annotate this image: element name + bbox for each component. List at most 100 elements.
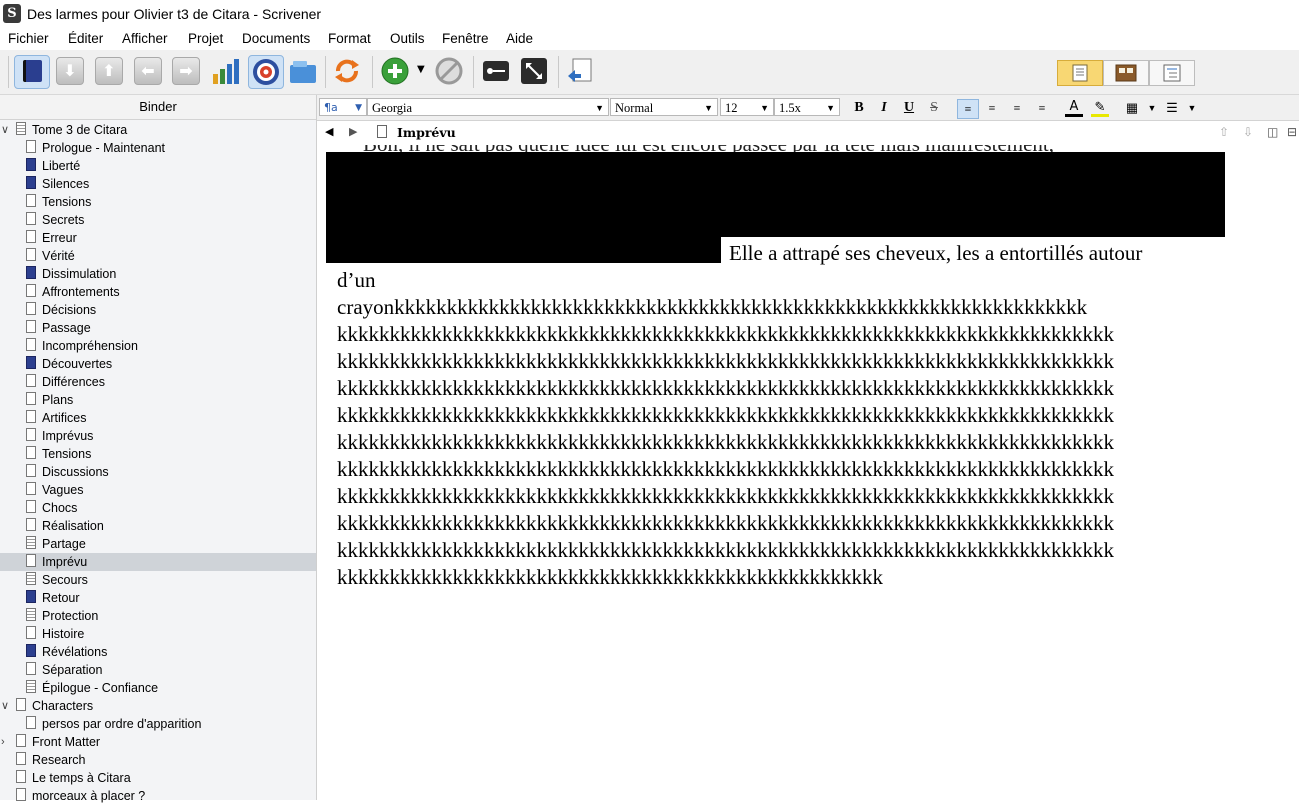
binder-item[interactable]: Séparation — [26, 661, 102, 679]
compile-button[interactable] — [565, 56, 595, 86]
sync-button[interactable] — [332, 56, 362, 86]
collapsed-chevron-icon[interactable]: › — [1, 733, 5, 751]
binder-item[interactable]: Révélations — [26, 643, 107, 661]
binder-item[interactable]: Tensions — [26, 193, 91, 211]
line-spacing-select[interactable]: 1.5x ▼ — [774, 98, 840, 116]
table-button[interactable]: ▦ — [1123, 99, 1141, 117]
binder-item[interactable]: Incompréhension — [26, 337, 138, 355]
binder-item[interactable]: Partage — [26, 535, 86, 553]
binder-root-folder[interactable]: ∨ Tome 3 de Citara — [1, 121, 127, 139]
binder-research-folder[interactable]: Research — [16, 751, 86, 769]
binder-item[interactable]: Tensions — [26, 445, 91, 463]
binder-item[interactable]: Épilogue - Confiance — [26, 679, 158, 697]
document-icon — [26, 302, 36, 315]
menu-documents[interactable]: Documents — [242, 31, 310, 46]
document-view-button[interactable] — [1057, 60, 1103, 86]
binder-item[interactable]: Secrets — [26, 211, 84, 229]
document-icon — [26, 176, 36, 189]
binder-item[interactable]: Silences — [26, 175, 89, 193]
binder-item[interactable]: Décisions — [26, 301, 96, 319]
menu-afficher[interactable]: Afficher — [122, 31, 168, 46]
binder-item[interactable]: Liberté — [26, 157, 80, 175]
delete-button[interactable] — [434, 56, 464, 86]
binder-item[interactable]: Plans — [26, 391, 73, 409]
fullscreen-button[interactable] — [519, 56, 549, 86]
paragraph-style-select[interactable]: Normal ▼ — [610, 98, 718, 116]
expanded-chevron-icon[interactable]: ∨ — [1, 697, 9, 715]
binder-item[interactable]: Histoire — [26, 625, 84, 643]
collections-button[interactable] — [288, 56, 318, 86]
binder-item[interactable]: Différences — [26, 373, 105, 391]
text-color-button[interactable]: A — [1065, 99, 1083, 117]
highlight-button[interactable]: ✎ — [1091, 99, 1109, 117]
binder-item[interactable]: Découvertes — [26, 355, 112, 373]
add-button[interactable] — [380, 56, 410, 86]
sync-icon — [335, 59, 359, 83]
back-arrow-icon[interactable]: ◀ — [325, 125, 333, 138]
menu-outils[interactable]: Outils — [390, 31, 425, 46]
binder-item[interactable]: Vérité — [26, 247, 75, 265]
move-up-button[interactable]: ⬆ — [95, 57, 123, 85]
binder-item[interactable]: Discussions — [26, 463, 109, 481]
binder-item[interactable]: Vagues — [26, 481, 83, 499]
split-horizontal-icon[interactable]: ⊟ — [1287, 125, 1297, 139]
outline-view-button[interactable] — [1149, 60, 1195, 86]
binder-item[interactable]: Erreur — [26, 229, 77, 247]
move-up-icon: ⬆ — [102, 61, 116, 80]
align-right-button[interactable]: ≡ — [1033, 99, 1051, 117]
font-size-select[interactable]: 12 ▼ — [720, 98, 774, 116]
menu-fichier[interactable]: Fichier — [8, 31, 49, 46]
style-marker-select[interactable]: ¶a ▼ — [319, 98, 367, 116]
binder-characters-folder[interactable]: ∨ Characters — [1, 697, 93, 715]
move-right-button[interactable]: ➡ — [172, 57, 200, 85]
binder-item[interactable]: Retour — [26, 589, 80, 607]
fullscreen-icon — [521, 58, 547, 84]
list-button[interactable]: ☰ — [1163, 99, 1181, 117]
italic-button[interactable]: I — [875, 99, 893, 117]
binder-item[interactable]: Imprévus — [26, 427, 93, 445]
binder-item[interactable]: Secours — [26, 571, 88, 589]
binder-item[interactable]: Imprévu — [0, 553, 316, 571]
statistics-button[interactable] — [211, 56, 241, 86]
highlight-icon: ✎ — [1094, 99, 1106, 114]
binder-item[interactable]: Passage — [26, 319, 91, 337]
keywords-button[interactable] — [481, 56, 511, 86]
menu-aide[interactable]: Aide — [506, 31, 533, 46]
forward-arrow-icon[interactable]: ▶ — [349, 125, 357, 138]
table-dropdown-icon[interactable]: ▼ — [1143, 99, 1161, 117]
binder-item[interactable]: Protection — [26, 607, 98, 625]
binder-item[interactable]: persos par ordre d'apparition — [26, 715, 201, 733]
binder-front-matter-folder[interactable]: › Front Matter — [1, 733, 100, 751]
align-left-button[interactable]: ≡ — [957, 99, 979, 119]
menu-editer[interactable]: Éditer — [68, 31, 103, 46]
binder-item[interactable]: Dissimulation — [26, 265, 116, 283]
binder-toggle-button[interactable] — [14, 55, 50, 89]
font-select[interactable]: Georgia ▼ — [367, 98, 609, 116]
binder-item[interactable]: Réalisation — [26, 517, 104, 535]
text-editor[interactable]: Bon, il ne sait pas quelle idée lui est … — [317, 145, 1299, 800]
targets-button[interactable] — [248, 55, 284, 89]
menu-format[interactable]: Format — [328, 31, 371, 46]
binder-item[interactable]: Le temps à Citara — [16, 769, 131, 787]
align-center-button[interactable]: ≡ — [983, 99, 1001, 117]
expanded-chevron-icon[interactable]: ∨ — [1, 121, 9, 139]
list-dropdown-icon[interactable]: ▼ — [1183, 99, 1201, 117]
binder-item[interactable]: morceaux à placer ? — [16, 787, 145, 805]
menu-fenetre[interactable]: Fenêtre — [442, 31, 489, 46]
align-justify-button[interactable]: ≡ — [1008, 99, 1026, 117]
strikethrough-button[interactable]: S — [925, 99, 943, 117]
binder-item[interactable]: Affrontements — [26, 283, 120, 301]
underline-button[interactable]: U — [900, 99, 918, 117]
next-doc-icon[interactable]: ⇩ — [1243, 125, 1253, 139]
previous-doc-icon[interactable]: ⇧ — [1219, 125, 1229, 139]
binder-item[interactable]: Chocs — [26, 499, 77, 517]
corkboard-view-button[interactable] — [1103, 60, 1149, 86]
menu-projet[interactable]: Projet — [188, 31, 223, 46]
binder-item[interactable]: Artifices — [26, 409, 86, 427]
bold-button[interactable]: B — [850, 99, 868, 117]
split-vertical-icon[interactable]: ◫ — [1267, 125, 1278, 139]
binder-item[interactable]: Prologue - Maintenant — [26, 139, 165, 157]
move-down-button[interactable]: ⬇ — [56, 57, 84, 85]
add-dropdown-button[interactable]: ▼ — [414, 56, 430, 86]
move-left-button[interactable]: ⬅ — [134, 57, 162, 85]
